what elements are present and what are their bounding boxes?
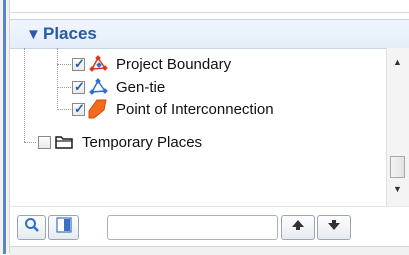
places-tree: ✓ Project Boundary ✓ Gen-tie ✓ Point of … — [10, 48, 386, 206]
project-boundary-icon — [88, 54, 108, 74]
arrow-down-icon — [327, 218, 341, 237]
tree-guide-line — [57, 48, 58, 110]
tree-guide-line — [24, 48, 25, 142]
panel-toggle-button[interactable] — [48, 215, 79, 240]
scroll-up-arrow-icon[interactable]: ▲ — [393, 57, 402, 67]
tree-item-label: Point of Interconnection — [116, 100, 274, 118]
arrow-up-icon — [291, 218, 305, 237]
panel-toggle-icon — [55, 217, 72, 238]
move-down-button[interactable] — [317, 215, 351, 240]
tree-guide-line — [57, 64, 71, 65]
collapse-triangle-icon[interactable]: ▼ — [26, 26, 41, 43]
gen-tie-checkbox[interactable]: ✓ — [72, 79, 85, 94]
left-accent-bar — [3, 0, 6, 254]
search-input[interactable] — [107, 215, 278, 240]
places-panel-title: Places — [43, 24, 97, 43]
search-button[interactable] — [17, 215, 46, 240]
tree-item-temporary-places[interactable]: Temporary Places — [38, 131, 202, 153]
point-of-interconnection-checkbox[interactable]: ✓ — [72, 101, 85, 116]
tree-item-point-of-interconnection[interactable]: ✓ Point of Interconnection — [72, 98, 274, 120]
tree-guide-line — [24, 142, 36, 143]
tree-item-gen-tie[interactable]: ✓ Gen-tie — [72, 76, 165, 98]
gen-tie-icon — [88, 77, 108, 97]
tree-item-label: Temporary Places — [82, 133, 203, 151]
tree-item-label: Gen-tie — [116, 78, 166, 96]
tree-guide-line — [57, 109, 71, 110]
search-icon — [24, 217, 40, 238]
project-boundary-checkbox[interactable]: ✓ — [72, 56, 85, 71]
scroll-down-arrow-icon[interactable]: ▼ — [393, 184, 402, 194]
move-up-button[interactable] — [281, 215, 315, 240]
folder-icon — [54, 132, 74, 152]
temporary-places-checkbox[interactable] — [38, 135, 51, 149]
left-edge-strip — [0, 0, 10, 254]
vertical-scrollbar[interactable]: ▲ ▼ — [386, 48, 409, 208]
scroll-thumb[interactable] — [390, 156, 405, 178]
tree-guide-line — [57, 87, 71, 88]
polygon-icon — [88, 99, 108, 119]
tree-item-project-boundary[interactable]: ✓ Project Boundary — [72, 53, 231, 75]
tree-item-label: Project Boundary — [116, 55, 232, 73]
top-border — [10, 0, 409, 13]
places-panel-header[interactable]: ▼ Places — [10, 19, 409, 49]
